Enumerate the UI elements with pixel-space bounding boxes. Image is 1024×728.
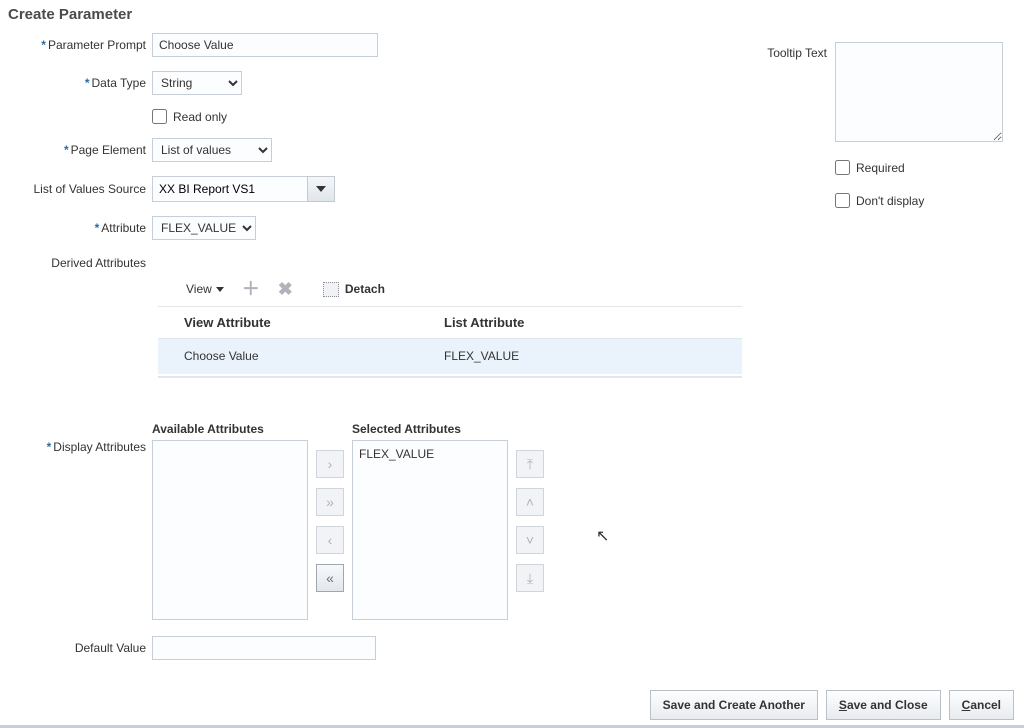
parameter-prompt-input[interactable] [152,33,378,57]
move-right-button[interactable]: › [316,450,344,478]
view-menu[interactable]: View [186,282,224,296]
available-attributes-label: Available Attributes [152,422,308,436]
dont-display-checkbox[interactable] [835,193,850,208]
move-all-left-button[interactable]: « [316,564,344,592]
detach-label: Detach [345,282,385,296]
chevron-up-icon: ˄ [526,494,534,510]
table-row[interactable]: Choose Value FLEX_VALUE [158,339,742,374]
selected-attributes-listbox[interactable]: FLEX_VALUE [352,440,508,620]
move-bottom-button[interactable]: ⤓ [516,564,544,592]
add-icon[interactable]: ＋ [242,280,260,298]
derived-table-header: View Attribute List Attribute [158,306,742,339]
lov-source-label: List of Values Source [0,182,152,196]
chevron-down-icon: ˅ [526,532,534,548]
save-and-create-another-button[interactable]: Save and Create Another [650,690,818,720]
move-left-button[interactable]: ‹ [316,526,344,554]
double-chevron-left-icon: « [326,570,334,586]
page-element-select[interactable]: List of values [152,138,272,162]
chevron-right-icon: › [328,456,333,472]
detach-button[interactable]: Detach [323,282,385,297]
read-only-label: Read only [173,110,227,124]
parameter-prompt-label: *Parameter Prompt [0,38,152,52]
col-list-attribute: List Attribute [418,315,742,330]
available-attributes-listbox[interactable] [152,440,308,620]
default-value-label: Default Value [0,641,152,655]
view-menu-label: View [186,282,212,296]
derived-attributes-label: Derived Attributes [0,254,152,270]
page-title: Create Parameter [0,0,1024,33]
attribute-label: *Attribute [0,221,152,235]
cell-list-attribute: FLEX_VALUE [418,349,742,363]
lov-source-input[interactable] [152,176,307,202]
tooltip-text-label: Tooltip Text [750,42,835,142]
data-type-label: *Data Type [0,76,152,90]
display-attributes-label: *Display Attributes [0,422,152,454]
dont-display-label: Don't display [856,194,924,208]
list-item[interactable]: FLEX_VALUE [359,447,501,461]
page-element-label: *Page Element [0,143,152,157]
bar-up-icon: ⤒ [527,456,533,473]
chevron-down-icon [316,186,326,192]
default-value-input[interactable] [152,636,376,660]
cancel-button[interactable]: Cancel [949,690,1014,720]
lov-source-combobox[interactable] [152,176,335,202]
move-up-button[interactable]: ˄ [516,488,544,516]
cell-view-attribute: Choose Value [158,349,418,363]
read-only-checkbox[interactable] [152,109,167,124]
move-all-right-button[interactable]: » [316,488,344,516]
required-label: Required [856,161,905,175]
move-down-button[interactable]: ˅ [516,526,544,554]
attribute-select[interactable]: FLEX_VALUE [152,216,256,240]
lov-source-dropdown-button[interactable] [307,176,335,202]
save-and-close-button[interactable]: Save and Close [826,690,941,720]
bar-down-icon: ⤓ [527,570,533,587]
col-view-attribute: View Attribute [158,315,418,330]
move-top-button[interactable]: ⤒ [516,450,544,478]
tooltip-text-textarea[interactable] [835,42,1003,142]
chevron-down-icon [216,287,224,292]
selected-attributes-label: Selected Attributes [352,422,508,436]
remove-icon[interactable]: ✖ [278,280,293,298]
detach-icon [323,282,339,297]
double-chevron-right-icon: » [326,494,334,510]
chevron-left-icon: ‹ [328,532,333,548]
data-type-select[interactable]: String [152,71,242,95]
required-checkbox[interactable] [835,160,850,175]
